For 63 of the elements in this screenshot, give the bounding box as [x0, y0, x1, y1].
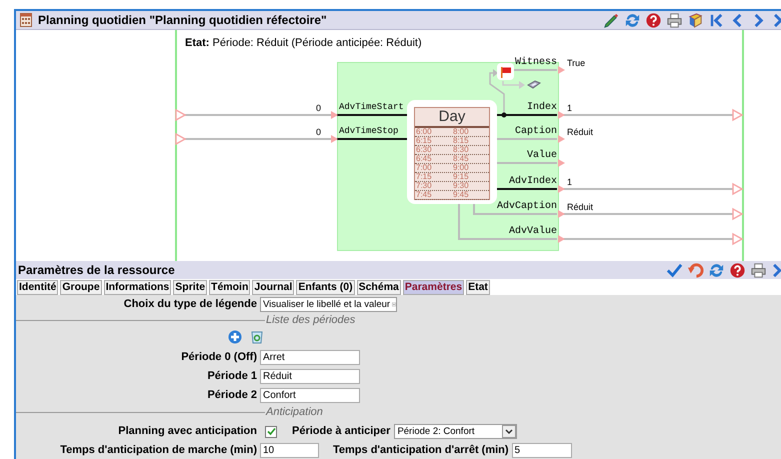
port-label: AdvTimeStop	[339, 126, 398, 137]
tab[interactable]: Paramètres	[402, 280, 464, 295]
field-label: Planning avec anticipation	[117, 425, 258, 438]
period-select[interactable]: Période 2: Confort	[394, 424, 518, 439]
start-time-field[interactable]: 10	[260, 443, 319, 458]
port-value: Réduit	[567, 202, 594, 212]
time-cell-text: 6:30	[415, 146, 433, 154]
period-field[interactable]: Confort	[260, 388, 360, 403]
field-label: Choix du type de légende	[122, 298, 258, 311]
port-label: Index	[526, 102, 557, 113]
port-value: 1	[567, 177, 572, 187]
state-text: Etat: Période: Réduit (Période anticipée: Réduit)	[185, 36, 422, 51]
section-title: Liste des périodes	[265, 314, 356, 327]
field-label: Temps d'anticipation de marche (min)	[59, 444, 258, 457]
panel-title: Paramètres de la ressource	[18, 262, 175, 279]
port-label: Witness	[514, 57, 557, 68]
field-label: Période 2	[206, 389, 258, 402]
period-field[interactable]: Réduit	[260, 369, 360, 384]
time-cell-text: 8:15	[452, 137, 470, 145]
legend-type-select[interactable]: Visualiser le libellé et la valeur	[260, 297, 397, 312]
time-cell-text: 7:30	[415, 182, 433, 190]
tab[interactable]: Journal	[252, 280, 294, 295]
port-value: 0	[316, 103, 322, 113]
port-label: AdvValue	[508, 226, 557, 237]
time-cell-text: 6:00	[415, 128, 433, 136]
port-value: 1	[567, 103, 572, 113]
tab[interactable]: Schéma	[356, 280, 401, 295]
tab[interactable]: Groupe	[60, 280, 102, 295]
port-value: True	[567, 58, 586, 68]
time-cell-text: 8:45	[452, 155, 470, 163]
tab[interactable]: Témoin	[209, 280, 250, 295]
schedule-title: Day	[415, 108, 489, 128]
port-label: AdvIndex	[508, 176, 557, 187]
period-field[interactable]: Arret	[260, 350, 360, 365]
time-cell-text: 8:00	[452, 128, 470, 136]
port-value: 0	[316, 127, 322, 137]
tab[interactable]: Sprite	[173, 280, 208, 295]
time-cell-text: 9:30	[452, 182, 470, 190]
stop-time-field[interactable]: 5	[512, 443, 572, 458]
time-cell-text: 6:15	[415, 137, 433, 145]
section-title: Anticipation	[265, 406, 323, 419]
field-label: Période à anticiper	[292, 425, 390, 438]
tab[interactable]: Etat	[466, 280, 490, 295]
port-label: Value	[526, 150, 557, 161]
field-label: Période 1	[206, 370, 258, 383]
time-cell-text: 7:45	[415, 191, 433, 199]
window-title: Planning quotidien "Planning quotidien réfectoire"	[38, 12, 327, 29]
port-label: AdvCaption	[496, 201, 557, 212]
time-cell-text: 6:45	[415, 155, 433, 163]
field-label: Période 0 (Off)	[180, 351, 258, 364]
port-label: AdvTimeStart	[339, 102, 404, 113]
port-value: Réduit	[567, 127, 594, 137]
time-cell-text: 9:00	[452, 164, 470, 172]
time-cell-text: 9:15	[452, 173, 470, 181]
time-cell-text: 7:00	[415, 164, 433, 172]
tab[interactable]: Identité	[17, 280, 58, 295]
tab[interactable]: Enfants (0)	[296, 280, 355, 295]
field-label: Temps d'anticipation d'arrêt (min)	[333, 444, 509, 457]
port-label: Caption	[514, 126, 557, 137]
time-cell-text: 8:30	[452, 146, 470, 154]
tab[interactable]: Informations	[104, 280, 172, 295]
time-cell-text: 7:15	[415, 173, 433, 181]
time-cell-text: 9:45	[452, 191, 470, 199]
